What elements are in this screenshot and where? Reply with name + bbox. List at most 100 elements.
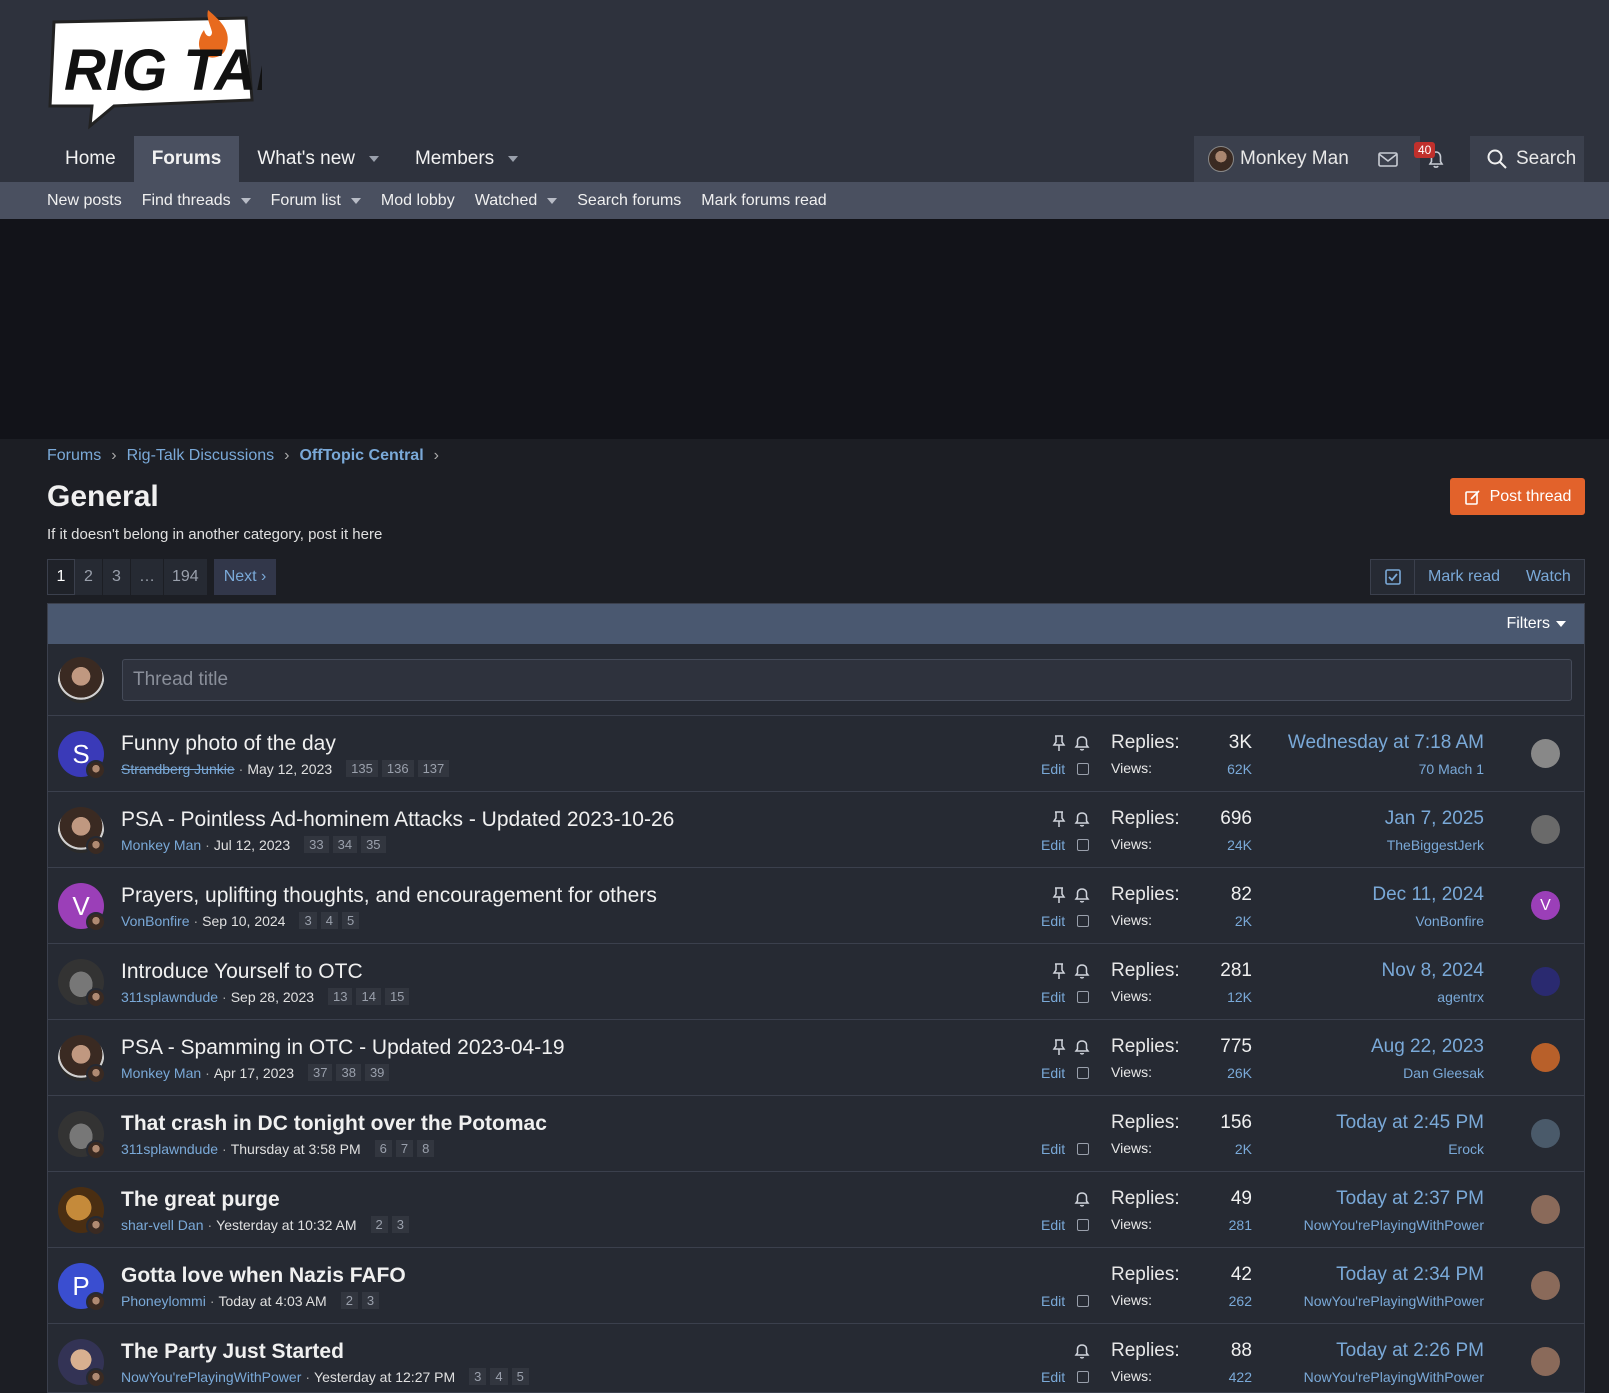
thread-page-link[interactable]: 2 bbox=[370, 1216, 388, 1233]
chevron-down-icon[interactable] bbox=[368, 156, 379, 162]
thread-row[interactable]: The Party Just Started NowYou'rePlayingWi… bbox=[48, 1324, 1584, 1393]
thread-date[interactable]: May 12, 2023 bbox=[247, 761, 332, 777]
thread-page-link[interactable]: 5 bbox=[341, 912, 360, 929]
avatar[interactable] bbox=[1531, 815, 1560, 844]
thread-page-link[interactable]: 39 bbox=[364, 1064, 390, 1081]
nav-home[interactable]: Home bbox=[47, 136, 134, 182]
thread-author[interactable]: 311splawndude bbox=[121, 1141, 218, 1157]
avatar[interactable]: V bbox=[1531, 891, 1560, 920]
last-post-date[interactable]: Jan 7, 2025 bbox=[1385, 808, 1484, 830]
last-post-date[interactable]: Today at 2:34 PM bbox=[1336, 1264, 1484, 1286]
select-checkbox[interactable] bbox=[1077, 1067, 1089, 1079]
edit-link[interactable]: Edit bbox=[1041, 837, 1065, 853]
last-post-user[interactable]: NowYou'rePlayingWithPower bbox=[1304, 1293, 1484, 1309]
chevron-down-icon[interactable] bbox=[508, 156, 519, 162]
thread-title[interactable]: Prayers, uplifting thoughts, and encoura… bbox=[121, 884, 657, 908]
select-checkbox[interactable] bbox=[1077, 1143, 1089, 1155]
subnav-find-threads[interactable]: Find threads bbox=[142, 192, 251, 210]
thread-page-link[interactable]: 35 bbox=[361, 836, 386, 853]
thread-title[interactable]: PSA - Pointless Ad-hominem Attacks - Upd… bbox=[121, 808, 674, 832]
thread-title[interactable]: Gotta love when Nazis FAFO bbox=[121, 1264, 406, 1288]
thread-date[interactable]: Thursday at 3:58 PM bbox=[231, 1141, 361, 1157]
chevron-down-icon[interactable] bbox=[240, 197, 251, 204]
thread-date[interactable]: Today at 4:03 AM bbox=[219, 1293, 327, 1309]
last-post-user[interactable]: agentrx bbox=[1437, 989, 1484, 1005]
thread-author[interactable]: Monkey Man bbox=[121, 1065, 201, 1081]
thread-author[interactable]: shar-vell Dan bbox=[121, 1217, 203, 1233]
edit-link[interactable]: Edit bbox=[1041, 989, 1065, 1005]
thread-author[interactable]: Phoneylommi bbox=[121, 1293, 206, 1309]
nav-forums[interactable]: Forums bbox=[133, 136, 240, 182]
thread-title[interactable]: That crash in DC tonight over the Potoma… bbox=[121, 1112, 547, 1136]
thread-date[interactable]: Yesterday at 10:32 AM bbox=[216, 1217, 356, 1233]
thread-page-link[interactable]: 33 bbox=[304, 836, 329, 853]
envelope-icon[interactable] bbox=[1377, 148, 1399, 170]
select-checkbox[interactable] bbox=[1077, 1295, 1089, 1307]
edit-link[interactable]: Edit bbox=[1041, 1141, 1065, 1157]
thread-page-link[interactable]: 4 bbox=[320, 912, 338, 929]
avatar[interactable] bbox=[1531, 1347, 1560, 1376]
thread-author[interactable]: VonBonfire bbox=[121, 913, 190, 929]
thread-page-link[interactable]: 34 bbox=[332, 836, 358, 853]
subnav-mark-forums-read[interactable]: Mark forums read bbox=[701, 192, 826, 210]
avatar[interactable] bbox=[1531, 967, 1560, 996]
thread-page-link[interactable]: 5 bbox=[511, 1368, 529, 1385]
thread-page-link[interactable]: 137 bbox=[417, 760, 450, 777]
thread-title[interactable]: Funny photo of the day bbox=[121, 732, 336, 756]
thread-date[interactable]: Apr 17, 2023 bbox=[214, 1065, 294, 1081]
thread-page-link[interactable]: 13 bbox=[328, 988, 353, 1005]
avatar[interactable] bbox=[1531, 739, 1560, 768]
edit-link[interactable]: Edit bbox=[1041, 1293, 1065, 1309]
select-checkbox[interactable] bbox=[1077, 991, 1089, 1003]
watch-button[interactable]: Watch bbox=[1513, 568, 1584, 586]
edit-link[interactable]: Edit bbox=[1041, 1065, 1065, 1081]
subnav-mod-lobby[interactable]: Mod lobby bbox=[381, 192, 455, 210]
select-checkbox[interactable] bbox=[1077, 1219, 1089, 1231]
thread-page-link[interactable]: 8 bbox=[417, 1140, 435, 1157]
thread-row[interactable]: PSA - Spamming in OTC - Updated 2023-04-… bbox=[48, 1020, 1584, 1096]
last-post-user[interactable]: Erock bbox=[1448, 1141, 1484, 1157]
thread-page-link[interactable]: 3 bbox=[391, 1216, 409, 1233]
thread-row[interactable]: The great purge shar-vell Dan · Yesterday a… bbox=[48, 1172, 1584, 1248]
chevron-down-icon[interactable] bbox=[350, 197, 361, 204]
last-post-date[interactable]: Today at 2:45 PM bbox=[1336, 1112, 1484, 1134]
thread-author[interactable]: Strandberg Junkie bbox=[121, 761, 235, 777]
avatar[interactable] bbox=[1531, 1195, 1560, 1224]
thread-date[interactable]: Sep 10, 2024 bbox=[202, 913, 285, 929]
last-post-date[interactable]: Wednesday at 7:18 AM bbox=[1288, 732, 1484, 754]
last-post-date[interactable]: Today at 2:37 PM bbox=[1336, 1188, 1484, 1210]
search-button[interactable]: Search bbox=[1470, 136, 1584, 182]
thread-page-link[interactable]: 15 bbox=[384, 988, 410, 1005]
thread-row[interactable]: Introduce Yourself to OTC 311splawndude · S… bbox=[48, 944, 1584, 1020]
thread-page-link[interactable]: 37 bbox=[308, 1064, 333, 1081]
subnav-search-forums[interactable]: Search forums bbox=[577, 192, 681, 210]
last-post-date[interactable]: Nov 8, 2024 bbox=[1382, 960, 1484, 982]
last-post-date[interactable]: Aug 22, 2023 bbox=[1371, 1036, 1484, 1058]
last-post-user[interactable]: VonBonfire bbox=[1416, 913, 1485, 929]
thread-date[interactable]: Jul 12, 2023 bbox=[214, 837, 290, 853]
thread-page-link[interactable]: 3 bbox=[469, 1368, 487, 1385]
thread-page-link[interactable]: 135 bbox=[346, 760, 378, 777]
avatar[interactable] bbox=[1531, 1119, 1560, 1148]
post-thread-button[interactable]: Post thread bbox=[1450, 478, 1585, 515]
last-post-date[interactable]: Today at 2:26 PM bbox=[1336, 1340, 1484, 1362]
breadcrumb-offtopic-central[interactable]: OffTopic Central bbox=[299, 447, 423, 465]
avatar[interactable] bbox=[1531, 1043, 1560, 1072]
last-post-user[interactable]: NowYou'rePlayingWithPower bbox=[1304, 1217, 1484, 1233]
thread-title[interactable]: The Party Just Started bbox=[121, 1340, 344, 1364]
thread-author[interactable]: 311splawndude bbox=[121, 989, 218, 1005]
edit-link[interactable]: Edit bbox=[1041, 913, 1065, 929]
thread-page-link[interactable]: 136 bbox=[381, 760, 414, 777]
thread-page-link[interactable]: 6 bbox=[374, 1140, 392, 1157]
select-checkbox[interactable] bbox=[1077, 1371, 1089, 1383]
last-post-date[interactable]: Dec 11, 2024 bbox=[1372, 884, 1484, 906]
avatar[interactable] bbox=[1531, 1271, 1560, 1300]
last-post-user[interactable]: 70 Mach 1 bbox=[1419, 761, 1484, 777]
thread-author[interactable]: Monkey Man bbox=[121, 837, 201, 853]
page-link-2[interactable]: 2 bbox=[75, 559, 103, 595]
thread-row[interactable]: That crash in DC tonight over the Potoma… bbox=[48, 1096, 1584, 1172]
thread-title-input[interactable]: Thread title bbox=[122, 658, 1572, 701]
thread-page-link[interactable]: 2 bbox=[340, 1292, 358, 1309]
page-link-3[interactable]: 3 bbox=[103, 559, 131, 595]
thread-title[interactable]: Introduce Yourself to OTC bbox=[121, 960, 363, 984]
